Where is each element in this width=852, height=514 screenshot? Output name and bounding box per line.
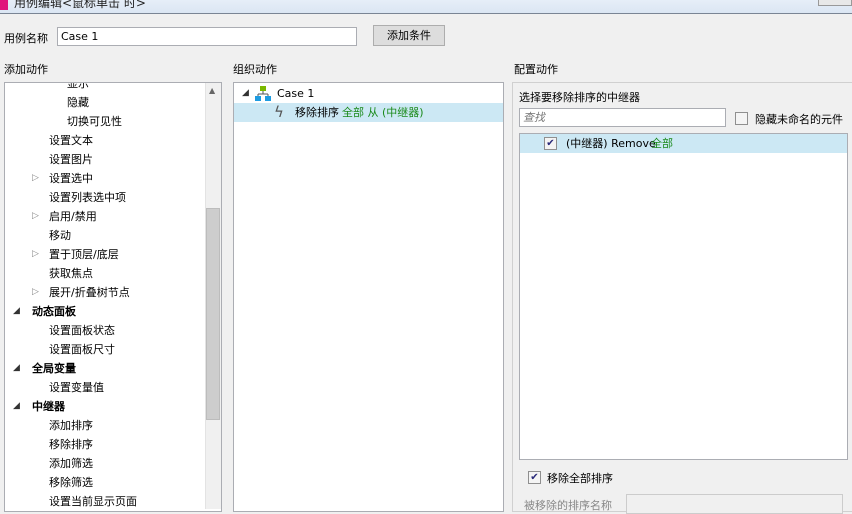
- tree-item-label: 设置变量值: [49, 381, 104, 394]
- add-actions-tree: 显示隐藏切换可见性设置文本设置图片 ▷ 设置选中设置列表选中项 ▷ 启用/禁用移动 ▷ 置于…: [4, 82, 222, 512]
- tree-item-label: 中继器: [32, 400, 65, 413]
- tree-item[interactable]: 隐藏: [5, 93, 205, 112]
- scrollbar-thumb[interactable]: [206, 208, 220, 420]
- expand-icon[interactable]: ▷: [32, 245, 39, 264]
- tree-item-label: 获取焦点: [49, 267, 93, 280]
- tree-item[interactable]: 设置变量值: [5, 378, 205, 397]
- remove-all-label: 移除全部排序: [547, 472, 613, 485]
- repeater-list: ✔ (中继器) Remove 全部: [519, 133, 848, 460]
- case-name-input[interactable]: [57, 27, 357, 46]
- tree-item[interactable]: ▷ 置于顶层/底层: [5, 245, 205, 264]
- case-name-label: 用例名称: [4, 32, 48, 45]
- hide-unnamed-label: 隐藏未命名的元件: [755, 113, 843, 126]
- expand-icon[interactable]: ▷: [32, 283, 39, 302]
- window-title: 用例编辑<鼠标单击 时>: [14, 0, 146, 10]
- tree-item[interactable]: 设置面板尺寸: [5, 340, 205, 359]
- tree-item[interactable]: ▷ 设置选中: [5, 169, 205, 188]
- action-detail: 全部 从 (中继器): [342, 106, 424, 119]
- tree-item-label: 设置面板状态: [49, 324, 115, 337]
- tree-item-label: 移除排序: [49, 438, 93, 451]
- sort-name-label: 被移除的排序名称: [524, 499, 612, 512]
- title-bar: 用例编辑<鼠标单击 时>: [0, 0, 852, 14]
- tree-item-label: 移动: [49, 229, 71, 242]
- sort-name-input[interactable]: [626, 494, 843, 514]
- tree-item[interactable]: 显示: [5, 82, 205, 93]
- collapse-icon[interactable]: ◢: [13, 302, 20, 321]
- case-item[interactable]: Case 1: [277, 84, 314, 103]
- tree-item[interactable]: ◢ 动态面板: [5, 302, 205, 321]
- configure-actions-heading: 配置动作: [514, 63, 558, 76]
- collapse-icon[interactable]: ◢: [13, 359, 20, 378]
- scroll-up-icon[interactable]: ▲: [209, 86, 215, 95]
- configure-subheading: 选择要移除排序的中继器: [519, 91, 640, 104]
- repeater-list-item[interactable]: ✔ (中继器) Remove 全部: [520, 134, 847, 153]
- remove-all-checkbox[interactable]: ✔: [528, 471, 541, 484]
- tree-item[interactable]: 切换可见性: [5, 112, 205, 131]
- tree-item[interactable]: 获取焦点: [5, 264, 205, 283]
- close-button[interactable]: [818, 0, 852, 6]
- tree-item[interactable]: ▷ 展开/折叠树节点: [5, 283, 205, 302]
- tree-item-label: 设置面板尺寸: [49, 343, 115, 356]
- tree-item-label: 设置文本: [49, 134, 93, 147]
- add-condition-button[interactable]: 添加条件: [373, 25, 445, 46]
- tree-item-label: 添加排序: [49, 419, 93, 432]
- tree-item-label: 设置列表选中项: [49, 191, 126, 204]
- tree-item[interactable]: 设置图片: [5, 150, 205, 169]
- repeater-label: (中继器) Remove: [566, 137, 656, 150]
- tree-item-label: 移除筛选: [49, 476, 93, 489]
- action-name: 移除排序: [295, 106, 339, 119]
- expand-icon[interactable]: ▷: [32, 207, 39, 226]
- tree-item[interactable]: 设置面板状态: [5, 321, 205, 340]
- tree-item-label: 展开/折叠树节点: [49, 286, 130, 299]
- tree-item-label: 动态面板: [32, 305, 76, 318]
- tree-item[interactable]: ◢ 中继器: [5, 397, 205, 416]
- search-input[interactable]: [519, 108, 726, 127]
- organize-actions-tree: ◢ Case 1 ϟ 移除排序 全部 从 (中继器): [233, 82, 504, 512]
- expand-icon[interactable]: ▷: [32, 169, 39, 188]
- tree-item[interactable]: ◢ 全局变量: [5, 359, 205, 378]
- tree-item[interactable]: 设置当前显示页面: [5, 492, 205, 511]
- tree-item-label: 置于顶层/底层: [49, 248, 119, 261]
- organize-actions-heading: 组织动作: [233, 63, 277, 76]
- action-item[interactable]: ϟ 移除排序 全部 从 (中继器): [234, 103, 503, 122]
- case-tree-icon: [255, 86, 271, 101]
- tree-item-label: 切换可见性: [67, 115, 122, 128]
- add-actions-heading: 添加动作: [4, 63, 48, 76]
- tree-item[interactable]: 设置文本: [5, 131, 205, 150]
- tree-item[interactable]: 设置列表选中项: [5, 188, 205, 207]
- tree-item[interactable]: 移除筛选: [5, 473, 205, 492]
- tree-item[interactable]: 移除排序: [5, 435, 205, 454]
- repeater-tag: 全部: [651, 137, 673, 150]
- collapse-icon[interactable]: ◢: [13, 397, 20, 416]
- expand-icon[interactable]: ◢: [242, 88, 249, 98]
- tree-item-label: 显示: [67, 82, 89, 90]
- tree-item-label: 启用/禁用: [49, 210, 97, 223]
- app-icon: [0, 0, 8, 10]
- tree-item[interactable]: 添加排序: [5, 416, 205, 435]
- tree-item-label: 设置当前显示页面: [49, 495, 137, 508]
- tree-item-label: 添加筛选: [49, 457, 93, 470]
- tree-item-label: 设置图片: [49, 153, 93, 166]
- repeater-checkbox[interactable]: ✔: [544, 137, 557, 150]
- configure-panel: 选择要移除排序的中继器 隐藏未命名的元件 ✔ (中继器) Remove 全部 ✔…: [512, 82, 852, 514]
- tree-item-label: 隐藏: [67, 96, 89, 109]
- tree-item-label: 设置选中: [49, 172, 93, 185]
- lightning-icon: ϟ: [274, 103, 284, 121]
- tree-item-label: 全局变量: [32, 362, 76, 375]
- tree-item[interactable]: 添加筛选: [5, 454, 205, 473]
- tree-item[interactable]: ▷ 启用/禁用: [5, 207, 205, 226]
- hide-unnamed-checkbox[interactable]: [735, 112, 748, 125]
- tree-item[interactable]: 移动: [5, 226, 205, 245]
